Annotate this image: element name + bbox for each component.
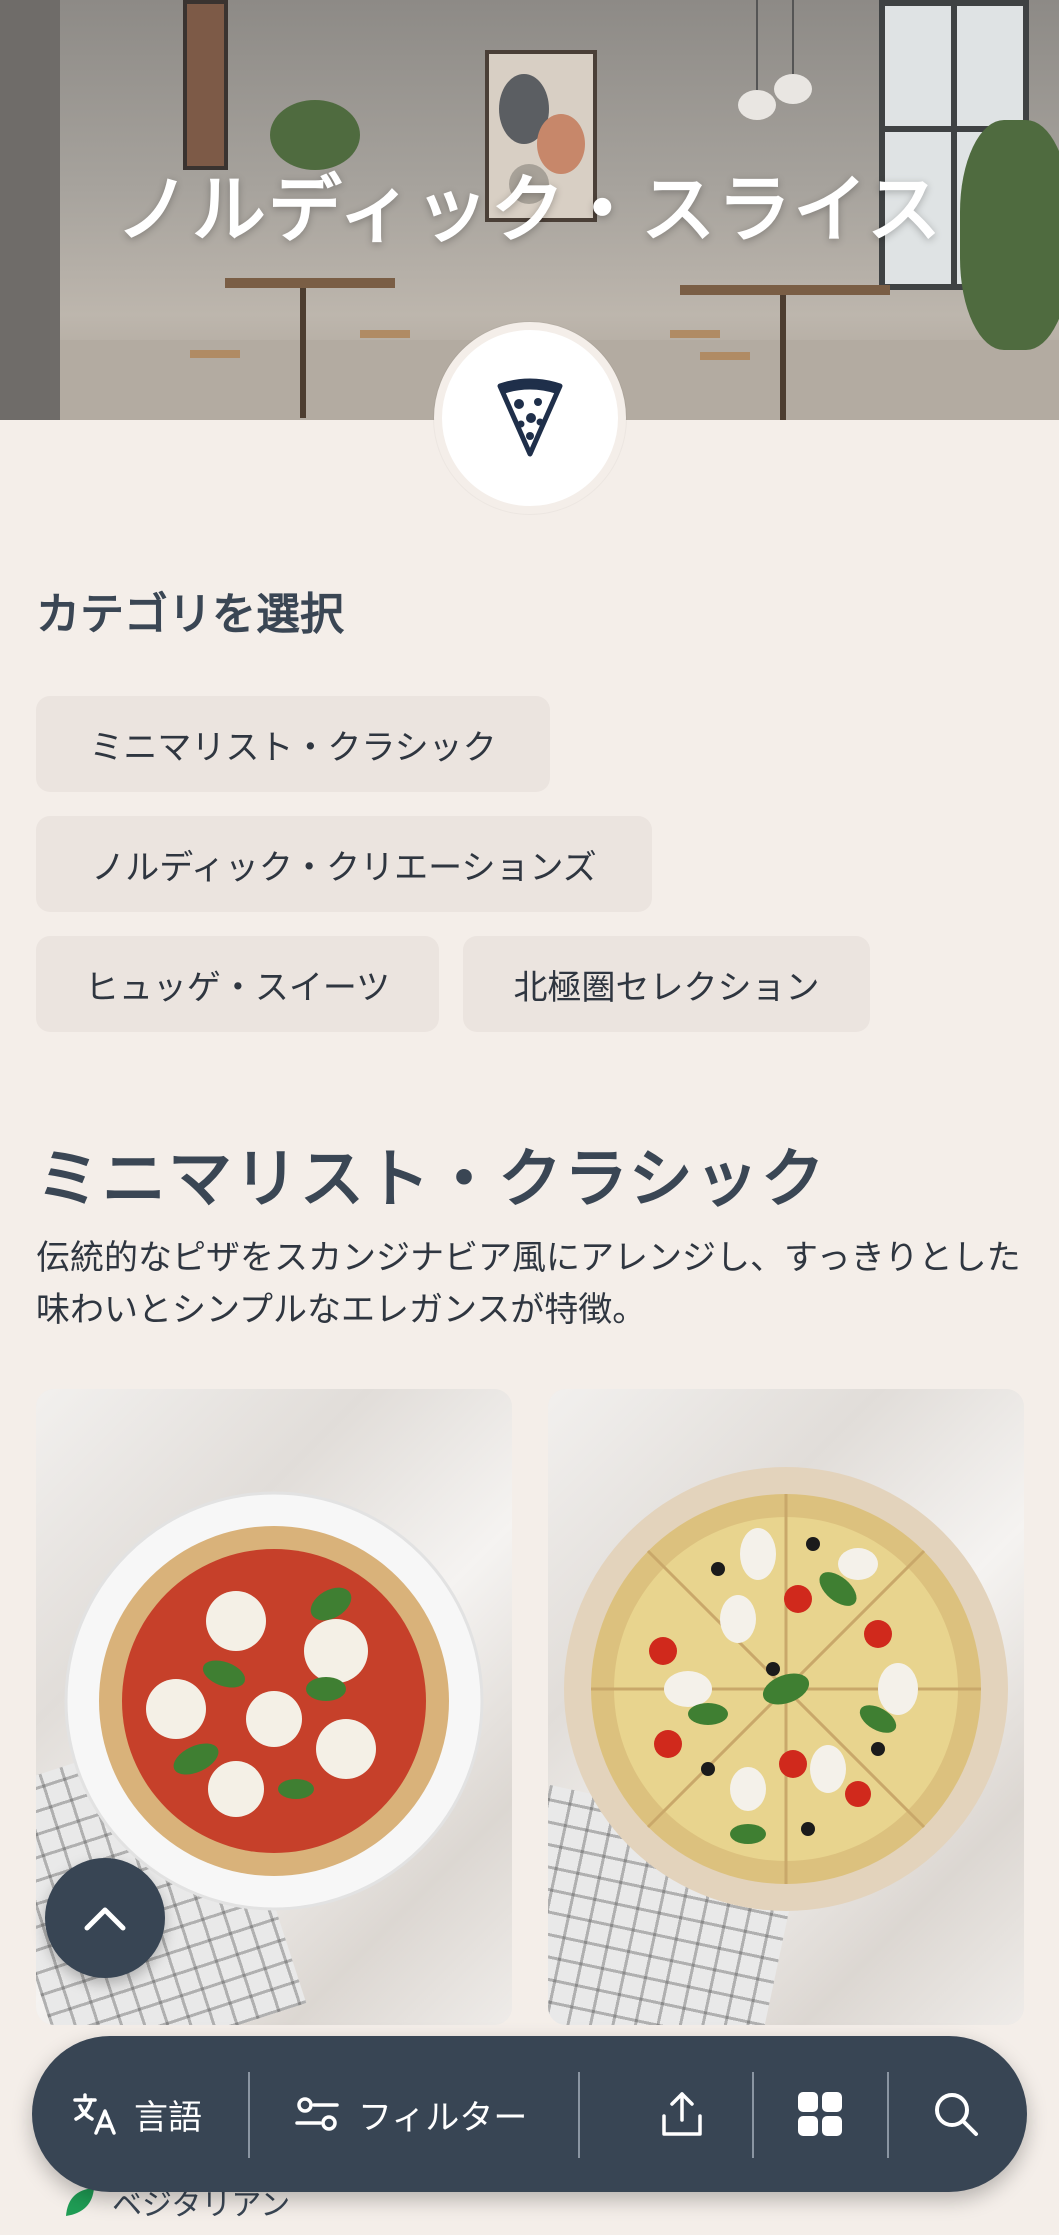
- grid-icon: [798, 2092, 842, 2136]
- scroll-to-top-button[interactable]: [45, 1858, 165, 1978]
- hero-stool: [700, 352, 750, 420]
- language-button[interactable]: 言語: [72, 2036, 202, 2192]
- logo: [434, 322, 626, 514]
- category-chip-nordic-creations[interactable]: ノルディック・クリエーションズ: [36, 816, 652, 912]
- toolbar-divider: [248, 2072, 250, 2158]
- category-chip-minimalist-classic[interactable]: ミニマリスト・クラシック: [36, 696, 550, 792]
- filter-label: フィルター: [358, 2097, 528, 2138]
- chevron-up-icon: [84, 1907, 126, 1931]
- category-heading: カテゴリを選択: [36, 589, 344, 640]
- hero-table-leg: [780, 295, 786, 420]
- hero-lamp: [774, 0, 812, 104]
- category-chip-arctic-selection[interactable]: 北極圏セレクション: [463, 936, 870, 1032]
- chip-label: ヒュッゲ・スイーツ: [84, 967, 391, 1008]
- search-button[interactable]: [932, 2036, 980, 2192]
- toolbar-divider: [752, 2072, 754, 2158]
- hero-table: [680, 285, 890, 295]
- section-description: 伝統的なピザをスカンジナビア風にアレンジし、すっきりとした味わいとシンプルなエレ…: [36, 1238, 1021, 1330]
- toolbar-divider: [887, 2072, 889, 2158]
- page-title: ノルディック・スライス: [115, 167, 944, 253]
- share-icon: [662, 2092, 702, 2136]
- search-icon: [935, 2093, 978, 2136]
- filter-button[interactable]: フィルター: [294, 2036, 527, 2192]
- share-button[interactable]: [658, 2036, 706, 2192]
- section-title: ミニマリスト・クラシック: [36, 1143, 827, 1217]
- pizza-image: [564, 1467, 1008, 1911]
- hero-wall-art: [183, 0, 228, 170]
- hero-table-leg: [300, 288, 306, 418]
- sliders-icon: [295, 2097, 339, 2131]
- category-chip-hygge-sweets[interactable]: ヒュッゲ・スイーツ: [36, 936, 439, 1032]
- menu-item-card[interactable]: [548, 1389, 1024, 2025]
- chip-label: ノルディック・クリエーションズ: [91, 847, 597, 888]
- toolbar-divider: [578, 2072, 580, 2158]
- grid-view-button[interactable]: [796, 2036, 844, 2192]
- bottom-toolbar: 言語 フィルター: [32, 2036, 1027, 2192]
- hero-lamp: [738, 0, 776, 120]
- pizza-slice-icon: [497, 378, 563, 457]
- chip-label: 北極圏セレクション: [513, 967, 820, 1008]
- language-label: 言語: [134, 2097, 202, 2138]
- hero-chair: [360, 330, 410, 400]
- hero-table: [225, 278, 395, 288]
- hero-stool: [190, 350, 240, 420]
- chip-label: ミニマリスト・クラシック: [89, 727, 497, 768]
- translate-icon: [73, 2093, 116, 2135]
